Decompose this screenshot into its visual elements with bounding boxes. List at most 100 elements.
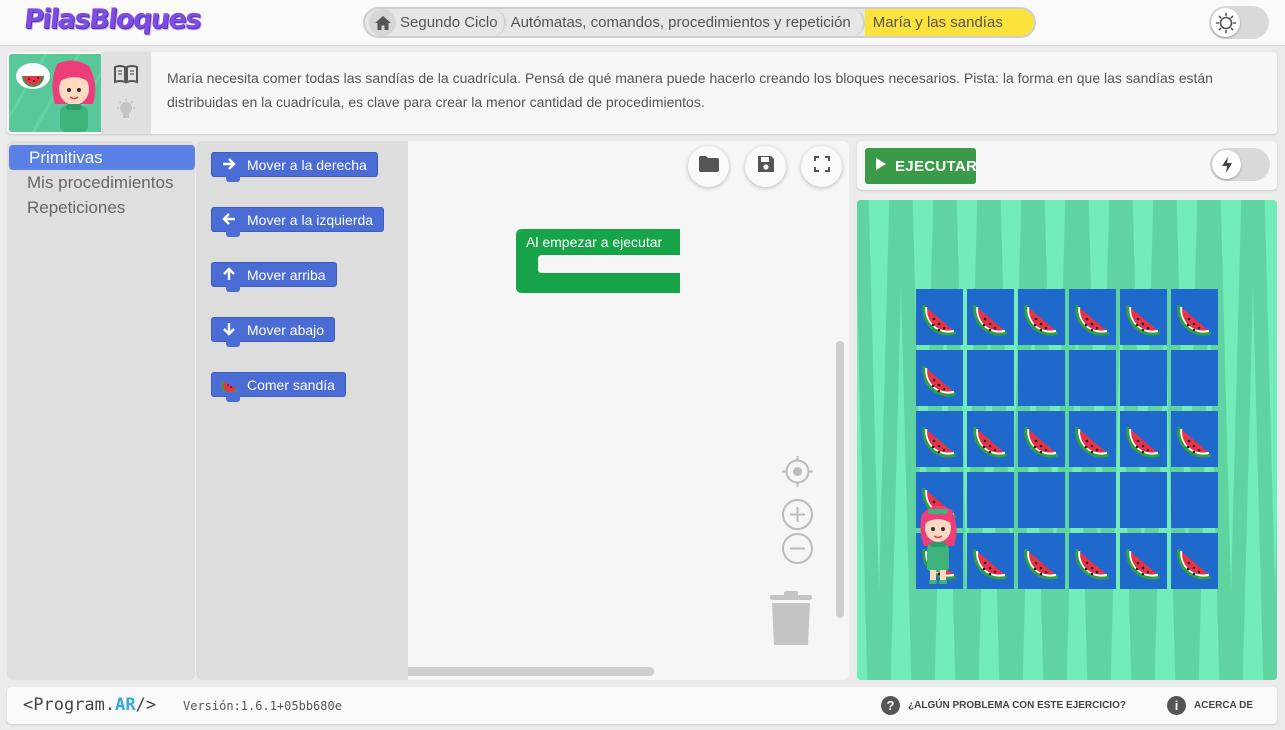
stage-stripe: [1228, 200, 1256, 680]
grid-cell: [1171, 533, 1218, 589]
maria-avatar: [9, 54, 101, 132]
save-button[interactable]: [745, 146, 786, 187]
footer: <Program.AR/> Versión:1.6.1+05bb680e ? ¿…: [7, 687, 1277, 724]
watermelon-icon: [1175, 541, 1215, 586]
watermelon-icon: [220, 376, 239, 395]
breadcrumb: Segundo Ciclo Autómatas, comandos, proce…: [363, 7, 1036, 38]
programar-logo[interactable]: <Program.AR/>: [23, 695, 156, 715]
grid-cell: [1120, 350, 1167, 406]
start-block[interactable]: Al empezar a ejecutar: [516, 229, 686, 300]
block-mover-izquierda[interactable]: Mover a la izquierda: [211, 207, 385, 237]
recenter-icon[interactable]: [781, 455, 814, 493]
start-block-label: Al empezar a ejecutar: [526, 234, 663, 250]
arrow-up-icon: [221, 266, 237, 285]
arrow-down-icon: [221, 321, 237, 340]
about-link[interactable]: i ACERCA DE: [1167, 696, 1253, 715]
folder-icon: [698, 155, 720, 178]
category-mis-procedimientos[interactable]: Mis procedimientos: [7, 170, 195, 195]
grid-cell: [916, 411, 963, 467]
block-label: Mover abajo: [247, 321, 325, 338]
block-label: Comer sandía: [247, 376, 335, 393]
turbo-mode-toggle[interactable]: [1210, 148, 1270, 181]
grid-cell: [1069, 411, 1116, 467]
block-label: Mover arriba: [247, 266, 326, 283]
logo-prefix: <Program.: [23, 695, 116, 715]
problem-report-label: ¿ALGÚN PROBLEMA CON ESTE EJERCICIO?: [908, 700, 1126, 711]
watermelon-icon: [1022, 297, 1062, 342]
watermelon-icon: [920, 419, 960, 464]
watermelon-icon: [1073, 419, 1113, 464]
blocks-flyout: Mover a la derecha Mover a la izquierda …: [196, 141, 408, 680]
watermelon-icon: [971, 541, 1011, 586]
theme-toggle[interactable]: [1209, 6, 1269, 39]
grid-cell: [1018, 411, 1065, 467]
maria-character: [916, 500, 963, 591]
logo-accent: AR: [115, 695, 136, 715]
grid-cell: [1018, 350, 1065, 406]
grid-cell: [967, 411, 1014, 467]
block-mover-abajo[interactable]: Mover abajo: [211, 317, 336, 347]
grid-cell: [916, 289, 963, 345]
watermelon-icon: [920, 358, 960, 403]
grid-cell: [967, 350, 1014, 406]
category-primitivas[interactable]: Primitivas: [9, 145, 195, 170]
sun-icon: [1211, 8, 1240, 37]
challenge-description-bar: María necesita comer todas las sandías d…: [7, 52, 1277, 134]
watermelon-icon: [1175, 419, 1215, 464]
breadcrumb-label: Segundo Ciclo: [400, 14, 498, 31]
lightning-icon: [1212, 150, 1241, 179]
breadcrumb-item-ciclo[interactable]: Segundo Ciclo: [365, 9, 506, 36]
breadcrumb-label: Autómatas, comandos, procedimientos y re…: [510, 14, 851, 31]
fullscreen-button[interactable]: [801, 146, 842, 187]
lightbulb-icon[interactable]: [115, 98, 137, 127]
problem-report-link[interactable]: ? ¿ALGÚN PROBLEMA CON ESTE EJERCICIO?: [881, 696, 1126, 715]
watermelon-icon: [920, 297, 960, 342]
block-mover-arriba[interactable]: Mover arriba: [211, 262, 337, 292]
info-icon: i: [1167, 696, 1186, 715]
ejecutar-button[interactable]: EJECUTAR: [865, 148, 978, 184]
grid-cell: [967, 533, 1014, 589]
horizontal-scrollbar[interactable]: [408, 667, 654, 676]
breadcrumb-item-challenge[interactable]: María y las sandías: [864, 9, 1034, 36]
trash-icon[interactable]: [768, 589, 814, 652]
arrow-right-icon: [221, 156, 237, 175]
open-file-button[interactable]: [688, 146, 729, 187]
play-icon: [875, 157, 887, 175]
grid-cell: [1069, 533, 1116, 589]
watermelon-icon: [1175, 297, 1215, 342]
category-repeticiones[interactable]: Repeticiones: [7, 195, 195, 220]
watermelon-icon: [1124, 297, 1164, 342]
breadcrumb-item-chapter[interactable]: Autómatas, comandos, procedimientos y re…: [506, 9, 865, 36]
grid-cell: [1171, 289, 1218, 345]
book-icon[interactable]: [113, 64, 139, 89]
pilasbloques-logo[interactable]: PilasBloques: [22, 4, 201, 35]
blockly-workspace[interactable]: Al empezar a ejecutar: [408, 141, 849, 680]
grid-cell: [1171, 411, 1218, 467]
grid-cell: [1120, 533, 1167, 589]
challenge-description: María necesita comer todas las sandías d…: [167, 70, 1213, 110]
watermelon-icon: [1124, 541, 1164, 586]
stage-stripe: [876, 200, 904, 680]
grid-cell: [1120, 411, 1167, 467]
grid-cell: [916, 350, 963, 406]
grid-cell: [1171, 472, 1218, 528]
toolbox-categories: Primitivas Mis procedimientos Repeticion…: [7, 141, 195, 680]
watermelon-icon: [1022, 419, 1062, 464]
block-mover-derecha[interactable]: Mover a la derecha: [211, 152, 378, 182]
vertical-scrollbar[interactable]: [836, 341, 844, 618]
help-icon: ?: [881, 696, 900, 715]
save-icon: [756, 154, 776, 179]
grid-cell: [1069, 350, 1116, 406]
block-comer-sandia[interactable]: Comer sandía: [211, 372, 346, 402]
grid-cell: [1018, 289, 1065, 345]
grid-cell: [1120, 472, 1167, 528]
game-stage: [857, 200, 1277, 680]
ejecutar-label: EJECUTAR: [895, 157, 978, 175]
home-icon[interactable]: [369, 9, 396, 36]
zoom-in-icon[interactable]: [781, 498, 814, 536]
watermelon-icon: [1022, 541, 1062, 586]
zoom-out-icon[interactable]: [781, 532, 814, 570]
grid-cell: [967, 472, 1014, 528]
watermelon-icon: [1124, 419, 1164, 464]
grid-cell: [1069, 289, 1116, 345]
